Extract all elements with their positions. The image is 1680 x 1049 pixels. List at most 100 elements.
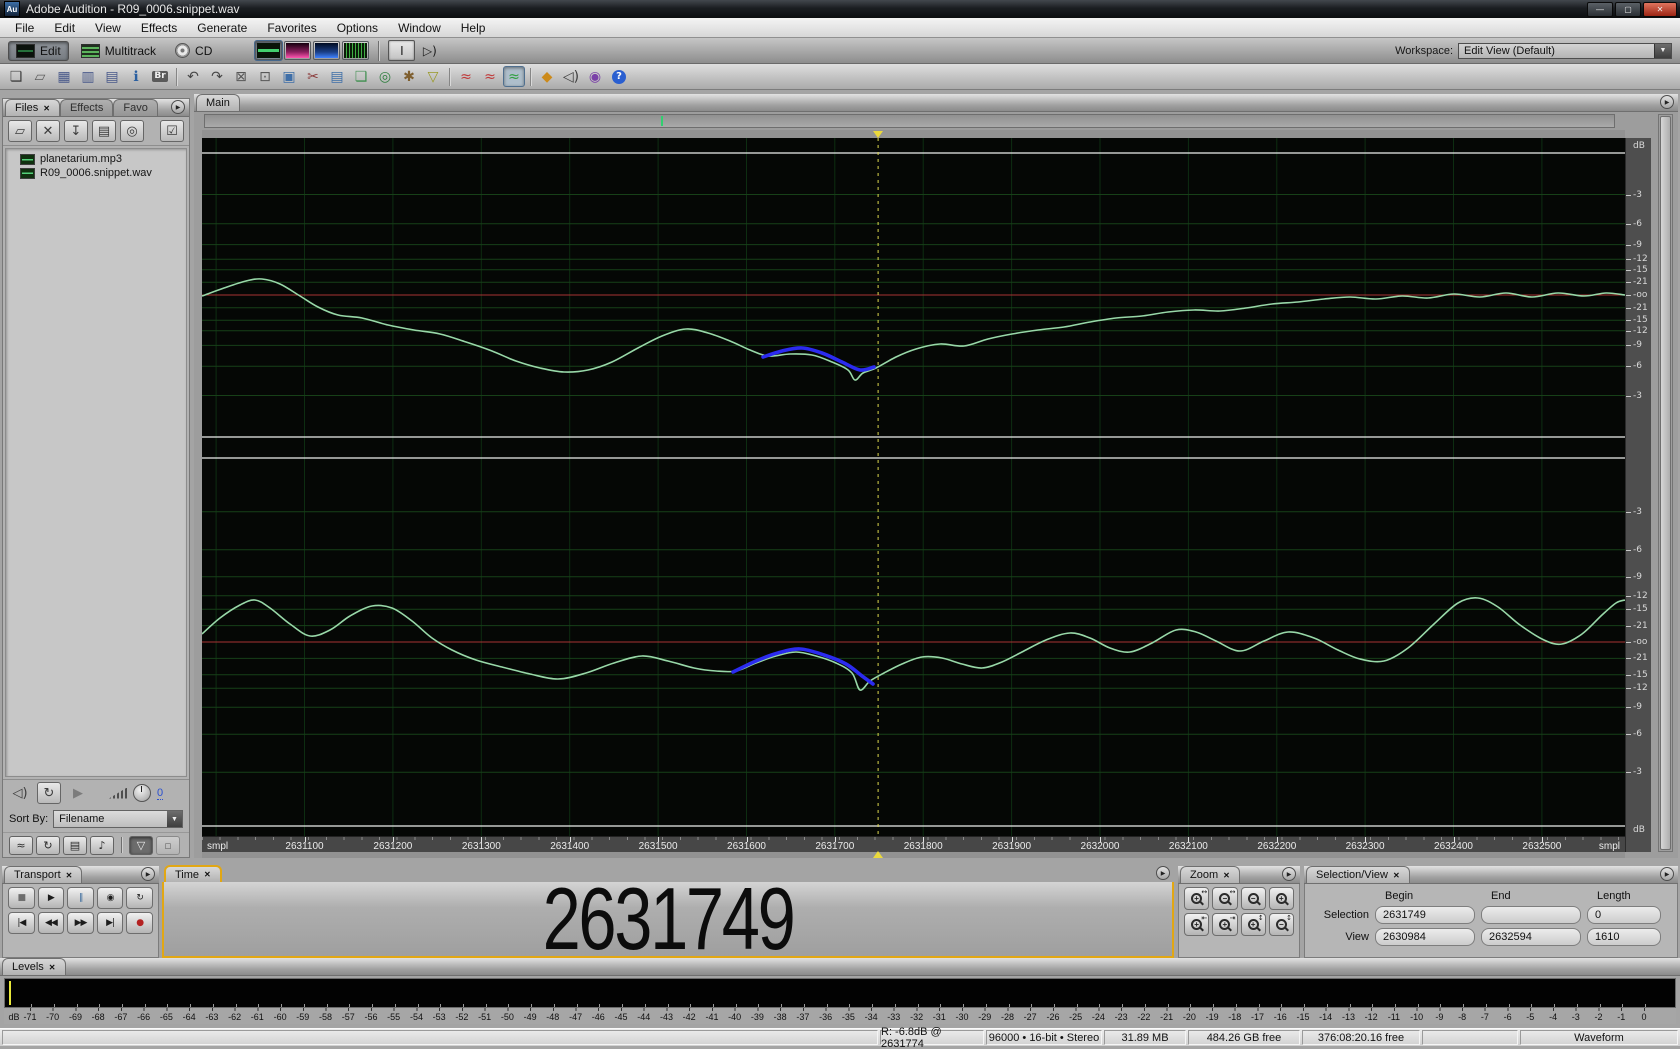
scrollbar-thumb[interactable]	[1660, 116, 1671, 850]
preview-play-button[interactable]: ▶	[67, 783, 89, 803]
paste-button[interactable]: ▤	[326, 66, 348, 87]
paste-to-new-button[interactable]: ❏	[350, 66, 372, 87]
workspace-dropdown[interactable]: Edit View (Default) ▼	[1458, 42, 1672, 59]
advanced-options-toggle[interactable]: ▽	[129, 835, 153, 855]
redo-button[interactable]: ↷	[206, 66, 228, 87]
cut-button[interactable]: ✂	[302, 66, 324, 87]
show-loop-files-toggle[interactable]: ↻	[36, 835, 60, 855]
amplitude-ruler[interactable]: dB dB -3 -3 -6 -6 -9 -9 -12 -12 -15 -15 -21 -21 -oo -3-…	[1625, 138, 1651, 852]
panel-menu-icon[interactable]: ▶	[1282, 867, 1296, 881]
insert-into-multitrack-button[interactable]: ▤	[92, 120, 116, 142]
zoom-in-left-edge-button[interactable]: + ⇤	[1184, 913, 1210, 936]
stop-button[interactable]: ■	[8, 887, 35, 909]
record-button[interactable]: ●	[126, 912, 153, 934]
edit-right-channel-button[interactable]: ≈	[479, 66, 501, 87]
menu-effects[interactable]: Effects	[132, 19, 186, 37]
tab-effects[interactable]: Effects	[59, 99, 114, 116]
menu-edit[interactable]: Edit	[45, 19, 84, 37]
spectral-pan-display-button[interactable]	[313, 41, 341, 60]
tab-levels[interactable]: Levels ✕	[2, 958, 66, 975]
panel-menu-icon[interactable]: ▶	[141, 867, 155, 881]
loop-preview-toggle-button[interactable]: ↻	[37, 782, 61, 804]
close-tab-icon[interactable]: ✕	[66, 871, 73, 880]
tab-files[interactable]: Files ✕	[5, 99, 60, 116]
multitrack-view-button[interactable]: Multitrack	[74, 42, 163, 60]
file-item[interactable]: planetarium.mp3	[6, 152, 186, 166]
tab-favorites[interactable]: Favo	[113, 99, 158, 116]
save-all-button[interactable]: ▤	[101, 66, 123, 87]
overview-bar[interactable]	[204, 114, 1615, 128]
play-looped-button[interactable]: ↻	[126, 887, 153, 909]
play-from-cursor-button[interactable]: ◉	[96, 887, 124, 909]
menu-favorites[interactable]: Favorites	[258, 19, 325, 37]
tab-selection-view[interactable]: Selection/View ✕	[1306, 866, 1410, 883]
copy-button[interactable]: ▣	[278, 66, 300, 87]
spectral-frequency-display-button[interactable]	[284, 41, 312, 60]
chevron-down-icon[interactable]: ▼	[1654, 43, 1671, 58]
top-marker-strip[interactable]	[202, 130, 1625, 138]
selection-begin-field[interactable]: 2631749	[1375, 906, 1475, 924]
import-file-button[interactable]: ▱	[8, 120, 32, 142]
help-button[interactable]: ?	[608, 66, 630, 87]
playhead-bottom-marker[interactable]	[873, 851, 883, 858]
menu-options[interactable]: Options	[328, 19, 387, 37]
view-end-field[interactable]: 2632594	[1481, 928, 1581, 946]
close-tab-icon[interactable]: ✕	[1223, 871, 1230, 880]
zoom-in-right-edge-button[interactable]: + ⇥	[1212, 913, 1238, 936]
panel-menu-icon[interactable]: ▶	[1156, 866, 1170, 880]
scrub-tool-button[interactable]: ▷)	[417, 41, 442, 60]
view-length-field[interactable]: 1610	[1587, 928, 1661, 946]
show-audio-files-toggle[interactable]: ≈	[9, 835, 33, 855]
zoom-out-vertical-button[interactable]: − ↕	[1268, 913, 1294, 936]
save-as-button[interactable]: ▥	[77, 66, 99, 87]
zoom-out-horizontal-button[interactable]: − ↔	[1212, 887, 1238, 910]
zoom-in-horizontal-button[interactable]: + ↔	[1184, 887, 1210, 910]
new-file-button[interactable]: ❏	[5, 66, 27, 87]
minimize-button[interactable]: —	[1587, 1, 1613, 17]
close-tab-icon[interactable]: ✕	[1393, 871, 1400, 880]
file-item[interactable]: R09_0006.snippet.wav	[6, 166, 186, 180]
preview-volume-knob[interactable]	[133, 784, 151, 802]
audio-hardware-button[interactable]: ◁)	[560, 66, 582, 87]
panel-options-toggle-button[interactable]: ☑	[160, 120, 184, 142]
show-midi-files-toggle[interactable]: ♪	[90, 835, 114, 855]
auto-play-toggle-button[interactable]: ◁)	[9, 783, 31, 803]
open-file-button[interactable]: ▱	[29, 66, 51, 87]
import-audio-button[interactable]: ↧	[64, 120, 88, 142]
waveform-display[interactable]	[202, 138, 1625, 836]
insert-into-cd-button[interactable]: ◎	[120, 120, 144, 142]
show-video-files-toggle[interactable]: ▤	[63, 835, 87, 855]
edit-both-channels-button[interactable]: ≈	[503, 66, 525, 87]
undo-button[interactable]: ↶	[182, 66, 204, 87]
sort-by-dropdown[interactable]: Filename ▼	[53, 810, 183, 828]
zoom-to-selection-button[interactable]: +	[1268, 887, 1294, 910]
new-from-selection-button[interactable]: ✱	[398, 66, 420, 87]
menu-window[interactable]: Window	[389, 19, 450, 37]
timeline-ruler[interactable]: smpl smpl 2631100 2631200 2631300 2631400 2631…	[202, 836, 1625, 852]
cd-view-button[interactable]: CD	[168, 41, 219, 60]
zoom-in-vertical-button[interactable]: + ↕	[1240, 913, 1266, 936]
edit-view-button[interactable]: Edit	[8, 40, 69, 61]
recent-folders-toggle[interactable]: ▫	[156, 835, 180, 855]
panel-menu-icon[interactable]: ▶	[1660, 867, 1674, 881]
time-selection-tool-button[interactable]: I	[388, 40, 416, 61]
level-meter[interactable]	[4, 978, 1676, 1008]
tab-main[interactable]: Main	[196, 94, 240, 111]
edit-left-channel-button[interactable]: ≈	[455, 66, 477, 87]
close-tab-icon[interactable]: ✕	[204, 870, 211, 879]
maximize-button[interactable]: ▢	[1615, 1, 1641, 17]
deselect-button[interactable]: ⊠	[230, 66, 252, 87]
pause-button[interactable]: ∥	[67, 887, 94, 909]
close-tab-icon[interactable]: ✕	[49, 963, 56, 972]
adobe-bridge-button[interactable]: Br	[149, 66, 171, 87]
effects-swirl-button[interactable]: ◉	[584, 66, 606, 87]
menu-generate[interactable]: Generate	[188, 19, 256, 37]
file-info-button[interactable]: ℹ	[125, 66, 147, 87]
bottom-marker-strip[interactable]	[202, 851, 1625, 858]
menu-view[interactable]: View	[86, 19, 130, 37]
rewind-button[interactable]: ◀◀	[37, 912, 65, 934]
panel-menu-icon[interactable]: ▶	[1660, 95, 1674, 109]
playhead-top-marker[interactable]	[873, 131, 883, 138]
tab-zoom[interactable]: Zoom ✕	[1180, 866, 1240, 883]
preview-volume-value[interactable]: 0	[157, 787, 164, 800]
